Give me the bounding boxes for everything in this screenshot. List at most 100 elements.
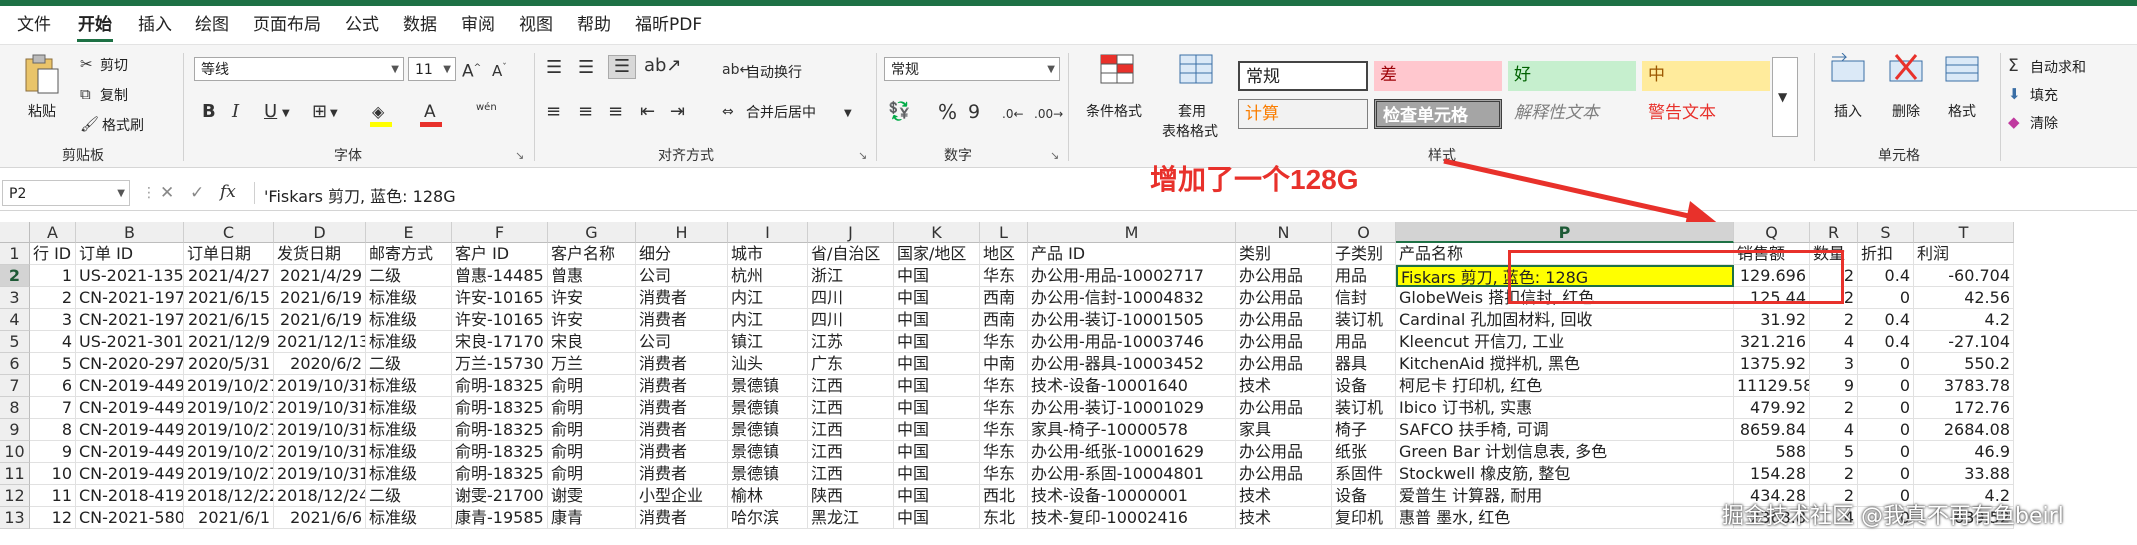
menu-data[interactable]: 数据	[400, 12, 440, 38]
number-format-combo[interactable]: 常规 ▼	[884, 57, 1060, 81]
cell-subcategory[interactable]: 装订机	[1332, 397, 1396, 419]
cell-customer-name[interactable]: 宋良	[548, 331, 636, 353]
column-header-E[interactable]: E	[366, 222, 452, 243]
cell-subcategory[interactable]: 系固件	[1332, 463, 1396, 485]
cell-sales[interactable]: 321.216	[1734, 331, 1810, 353]
cell-region[interactable]: 华东	[980, 441, 1028, 463]
cell-segment[interactable]: 消费者	[636, 375, 728, 397]
cell-row-id[interactable]: 10	[30, 463, 76, 485]
menu-review[interactable]: 审阅	[458, 12, 498, 38]
cell-quantity[interactable]: 2	[1810, 397, 1858, 419]
cell-category[interactable]: 技术	[1236, 507, 1332, 529]
cell-product-id[interactable]: 技术-复印-10002416	[1028, 507, 1236, 529]
cell-sales[interactable]: 1375.92	[1734, 353, 1810, 375]
cell-ship-mode[interactable]: 标准级	[366, 375, 452, 397]
cell-province[interactable]: 浙江	[808, 265, 894, 287]
delete-cells-button[interactable]: 删除	[1884, 53, 1930, 137]
row-header-5[interactable]: 5	[0, 331, 30, 353]
column-header-P[interactable]: P	[1396, 222, 1734, 243]
cell-product-id[interactable]: 家具-椅子-10000578	[1028, 419, 1236, 441]
cell-subcategory[interactable]: 用品	[1332, 331, 1396, 353]
cell-segment[interactable]: 消费者	[636, 463, 728, 485]
cell-country[interactable]: 中国	[894, 463, 980, 485]
menu-foxit-pdf[interactable]: 福昕PDF	[632, 12, 705, 38]
cell-discount[interactable]: 0.4	[1858, 265, 1914, 287]
cell-product-name[interactable]: 惠普 墨水, 红色	[1396, 507, 1734, 529]
cell-province[interactable]: 广东	[808, 353, 894, 375]
cell-customer-id[interactable]: 谢雯-21700	[452, 485, 548, 507]
paste-button[interactable]: 粘贴	[22, 53, 66, 131]
font-color-button[interactable]: A	[420, 101, 444, 127]
cell-customer-id[interactable]: 许安-10165	[452, 309, 548, 331]
cell-country[interactable]: 中国	[894, 397, 980, 419]
cell-quantity[interactable]: 9	[1810, 375, 1858, 397]
accounting-format-icon[interactable]: 💱	[888, 101, 910, 123]
cell-product-name[interactable]: SAFCO 扶手椅, 可调	[1396, 419, 1734, 441]
fill-button[interactable]: 填充	[2030, 85, 2058, 105]
italic-button[interactable]: I	[232, 101, 239, 123]
column-header-G[interactable]: G	[548, 222, 636, 243]
cell-ship-date[interactable]: 2019/10/31	[274, 463, 366, 485]
style-good[interactable]: 好	[1508, 61, 1636, 91]
cell-product-name[interactable]: 柯尼卡 打印机, 红色	[1396, 375, 1734, 397]
cell-category[interactable]: 办公用品	[1236, 397, 1332, 419]
cell-order-date[interactable]: 2019/10/27	[184, 397, 274, 419]
row-header-2[interactable]: 2	[0, 265, 30, 287]
cell-region[interactable]: 华东	[980, 331, 1028, 353]
cell-region[interactable]: 西北	[980, 485, 1028, 507]
cell-customer-name[interactable]: 许安	[548, 287, 636, 309]
cell-category[interactable]: 办公用品	[1236, 331, 1332, 353]
styles-gallery-more-button[interactable]: ▼	[1772, 57, 1798, 137]
cell-segment[interactable]: 消费者	[636, 397, 728, 419]
column-header-L[interactable]: L	[980, 222, 1028, 243]
cell-row-id[interactable]: 4	[30, 331, 76, 353]
cell-order-date[interactable]: 2021/12/9	[184, 331, 274, 353]
menu-file[interactable]: 文件	[14, 12, 54, 38]
cell-product-id[interactable]: 办公用-信封-10004832	[1028, 287, 1236, 309]
chevron-down-icon[interactable]: ▼	[282, 103, 290, 125]
cell-order-date[interactable]: 2019/10/27	[184, 441, 274, 463]
cell-category[interactable]: 技术	[1236, 485, 1332, 507]
cell-customer-name[interactable]: 俞明	[548, 463, 636, 485]
cell-row-id[interactable]: 8	[30, 419, 76, 441]
cell-segment[interactable]: 公司	[636, 331, 728, 353]
cell-city[interactable]: 景德镇	[728, 463, 808, 485]
chevron-down-icon[interactable]: ▼	[330, 103, 338, 125]
cell-ship-date[interactable]: 2019/10/31	[274, 419, 366, 441]
phonetic-guide-button[interactable]: wén	[476, 97, 497, 119]
cell-quantity[interactable]: 2	[1810, 287, 1858, 309]
percent-button[interactable]: %	[938, 101, 957, 123]
cell-ship-mode[interactable]: 标准级	[366, 397, 452, 419]
copy-button[interactable]: 复制	[100, 85, 128, 105]
row-header-6[interactable]: 6	[0, 353, 30, 375]
style-warning[interactable]: 警告文本	[1642, 99, 1770, 129]
cell-order-id[interactable]: CN-2019-4497736	[76, 463, 184, 485]
header-cell-profit[interactable]: 利润	[1914, 243, 2014, 265]
format-cells-button[interactable]: 格式	[1940, 53, 1986, 137]
cell-sales[interactable]: 125.44	[1734, 287, 1810, 309]
align-middle-icon[interactable]: ☰	[578, 57, 594, 79]
cell-region[interactable]: 华东	[980, 419, 1028, 441]
cell-country[interactable]: 中国	[894, 331, 980, 353]
align-top-icon[interactable]: ☰	[546, 57, 562, 79]
cell-profit[interactable]: 42.56	[1914, 287, 2014, 309]
cell-discount[interactable]: 0	[1858, 353, 1914, 375]
format-as-table-button[interactable]: 套用 表格格式	[1158, 53, 1232, 140]
header-cell-country[interactable]: 国家/地区	[894, 243, 980, 265]
cell-product-id[interactable]: 办公用-系固-10004801	[1028, 463, 1236, 485]
cell-order-id[interactable]: CN-2020-2975416	[76, 353, 184, 375]
bold-button[interactable]: B	[202, 101, 216, 123]
cell-subcategory[interactable]: 装订机	[1332, 309, 1396, 331]
cell-quantity[interactable]: 3	[1810, 353, 1858, 375]
cell-discount[interactable]: 0	[1858, 463, 1914, 485]
menu-view[interactable]: 视图	[516, 12, 556, 38]
cell-profit[interactable]: 3783.78	[1914, 375, 2014, 397]
font-name-combo[interactable]: 等线 ▼	[194, 57, 404, 81]
column-header-D[interactable]: D	[274, 222, 366, 243]
menu-draw[interactable]: 绘图	[192, 12, 232, 38]
cell-customer-name[interactable]: 俞明	[548, 441, 636, 463]
font-size-combo[interactable]: 11 ▼	[408, 57, 456, 81]
orientation-icon[interactable]: ab↗	[644, 55, 682, 77]
column-header-N[interactable]: N	[1236, 222, 1332, 243]
autosum-button[interactable]: 自动求和	[2030, 57, 2086, 77]
